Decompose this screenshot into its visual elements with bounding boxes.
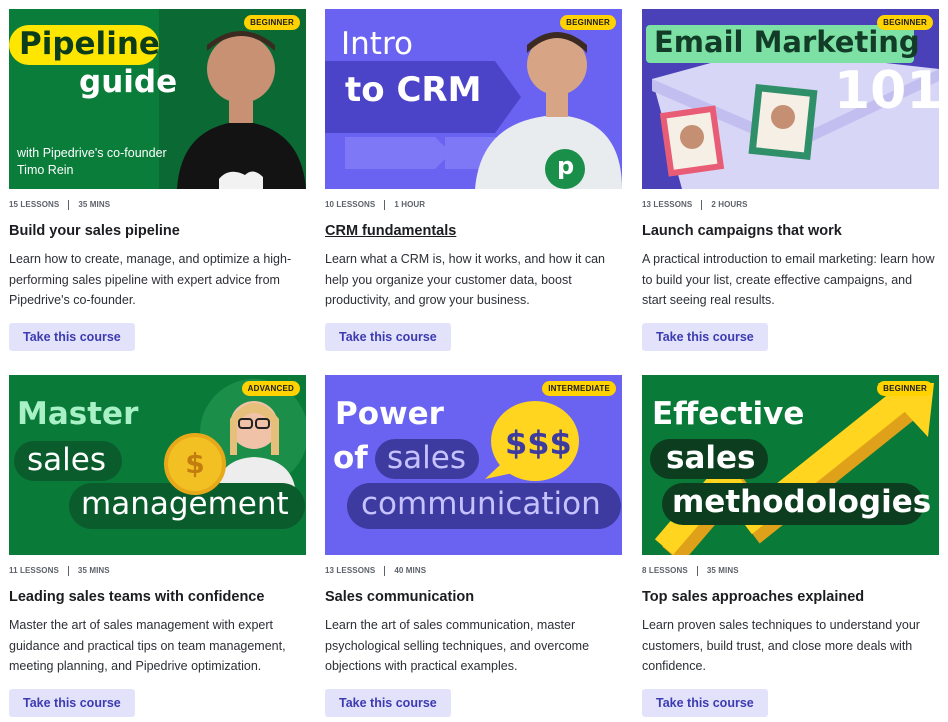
course-description: Learn proven sales techniques to underst…: [642, 618, 920, 673]
level-badge: INTERMEDIATE: [542, 381, 616, 396]
take-course-button[interactable]: Take this course: [642, 323, 768, 351]
course-duration: 35 MINS: [78, 200, 111, 209]
level-badge: BEGINNER: [560, 15, 616, 30]
course-card-email[interactable]: Email Marketing 101 BEGINNER 13 LESSONS …: [642, 9, 939, 351]
thumbnail-line1: Power: [335, 396, 444, 432]
course-description: Learn the art of sales communication, ma…: [325, 618, 590, 673]
thumbnail-line3: management: [81, 486, 289, 522]
course-thumbnail[interactable]: Intro to CRM p BEGINNER: [325, 9, 622, 189]
course-card-management[interactable]: $ Master sales management ADVANCED 11 LE…: [9, 375, 306, 717]
course-title[interactable]: Build your sales pipeline: [9, 222, 306, 240]
meta-divider: [384, 199, 386, 210]
take-course-button[interactable]: Take this course: [325, 323, 451, 351]
lessons-count: 8 LESSONS: [642, 566, 688, 575]
course-duration: 35 MINS: [706, 566, 739, 575]
thumbnail-line2b: sales: [387, 440, 466, 476]
course-meta: 11 LESSONS 35 MINS: [9, 565, 306, 576]
thumbnail-line1: Effective: [652, 396, 805, 432]
course-thumbnail[interactable]: Email Marketing 101 BEGINNER: [642, 9, 939, 189]
level-badge: ADVANCED: [241, 381, 300, 396]
course-description: Learn how to create, manage, and optimiz…: [9, 252, 292, 307]
course-card-communication[interactable]: Power of sales communication $$$ INTERME…: [325, 375, 622, 717]
thumbnail-line2a: of: [333, 440, 368, 476]
course-title[interactable]: CRM fundamentals: [325, 222, 622, 240]
course-card-pipeline[interactable]: Pipeline guide with Pipedrive's co-found…: [9, 9, 306, 351]
course-thumbnail[interactable]: Pipeline guide with Pipedrive's co-found…: [9, 9, 306, 189]
course-card-methodologies[interactable]: Effective sales methodologies BEGINNER 8…: [642, 375, 939, 717]
thumbnail-line2: sales: [666, 440, 756, 476]
thumbnail-line1: Pipeline: [19, 26, 160, 62]
course-duration: 1 HOUR: [394, 200, 426, 209]
thumbnail-line2: sales: [27, 442, 106, 478]
course-meta: 8 LESSONS 35 MINS: [642, 565, 939, 576]
course-thumbnail[interactable]: Effective sales methodologies BEGINNER: [642, 375, 939, 555]
thumbnail-line2: to CRM: [345, 70, 482, 110]
course-meta: 13 LESSONS 2 HOURS: [642, 199, 939, 210]
lessons-count: 15 LESSONS: [9, 200, 60, 209]
course-description: A practical introduction to email market…: [642, 252, 935, 307]
meta-divider: [384, 565, 386, 576]
course-grid: Pipeline guide with Pipedrive's co-found…: [0, 0, 948, 722]
thumbnail-line1: Email Marketing: [654, 25, 920, 59]
thumbnail-line2: 101: [834, 61, 939, 121]
lessons-count: 13 LESSONS: [325, 566, 376, 575]
course-description: Master the art of sales management with …: [9, 618, 286, 673]
meta-divider: [67, 565, 69, 576]
meta-divider: [701, 199, 703, 210]
thumbnail-line3: methodologies: [672, 484, 932, 520]
lessons-count: 13 LESSONS: [642, 200, 693, 209]
pipedrive-logo-icon: p: [557, 152, 575, 180]
course-meta: 13 LESSONS 40 MINS: [325, 565, 622, 576]
lessons-count: 10 LESSONS: [325, 200, 376, 209]
course-title[interactable]: Leading sales teams with confidence: [9, 588, 306, 606]
level-badge: BEGINNER: [244, 15, 300, 30]
thumbnail-line2: guide: [79, 64, 178, 100]
course-description: Learn what a CRM is, how it works, and h…: [325, 252, 605, 307]
course-title[interactable]: Top sales approaches explained: [642, 588, 939, 606]
take-course-button[interactable]: Take this course: [9, 323, 135, 351]
level-badge: BEGINNER: [877, 381, 933, 396]
dollar-bubble-icon: $$$: [505, 424, 572, 462]
course-card-crm[interactable]: Intro to CRM p BEGINNER 10 LESSONS 1 HOU…: [325, 9, 622, 351]
course-title[interactable]: Sales communication: [325, 588, 622, 606]
level-badge: BEGINNER: [877, 15, 933, 30]
course-duration: 35 MINS: [77, 566, 110, 575]
take-course-button[interactable]: Take this course: [325, 689, 451, 717]
course-meta: 15 LESSONS 35 MINS: [9, 199, 306, 210]
thumbnail-line1: Master: [17, 396, 139, 432]
course-duration: 2 HOURS: [711, 200, 748, 209]
take-course-button[interactable]: Take this course: [9, 689, 135, 717]
course-title[interactable]: Launch campaigns that work: [642, 222, 939, 240]
thumbnail-caption2: Timo Rein: [17, 163, 74, 177]
thumbnail-line1: Intro: [341, 26, 413, 62]
course-duration: 40 MINS: [394, 566, 427, 575]
course-meta: 10 LESSONS 1 HOUR: [325, 199, 622, 210]
lessons-count: 11 LESSONS: [9, 566, 59, 575]
take-course-button[interactable]: Take this course: [642, 689, 768, 717]
meta-divider: [696, 565, 698, 576]
thumbnail-caption1: with Pipedrive's co-founder: [17, 146, 167, 160]
course-thumbnail[interactable]: Power of sales communication $$$ INTERME…: [325, 375, 622, 555]
meta-divider: [68, 199, 70, 210]
thumbnail-line3: communication: [361, 486, 601, 522]
course-thumbnail[interactable]: $ Master sales management ADVANCED: [9, 375, 306, 555]
